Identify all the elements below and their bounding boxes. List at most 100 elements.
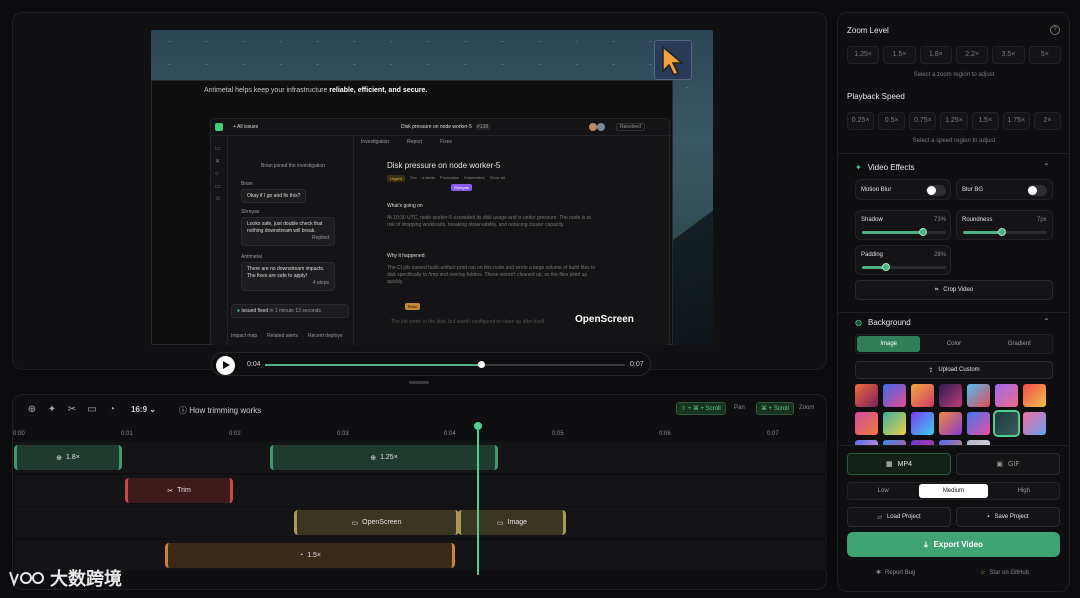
slider-handle[interactable] xyxy=(881,263,890,271)
padding-slider[interactable] xyxy=(862,263,946,271)
star-github-link[interactable]: ☆ Star on GitHub xyxy=(980,569,1029,577)
wallpaper-thumb[interactable] xyxy=(995,384,1018,407)
load-project-button[interactable]: ▱ Load Project xyxy=(847,507,951,527)
wallpaper-thumb[interactable] xyxy=(1023,412,1046,435)
quality-medium[interactable]: Medium xyxy=(919,484,988,498)
chat-author: Shreyas xyxy=(241,209,260,215)
cursor-arrow-icon xyxy=(662,45,685,77)
recorded-screen: Antimetal helps keep your infrastructure… xyxy=(151,80,673,345)
zoom-add-icon[interactable]: ⊕ xyxy=(25,403,39,417)
upload-custom-button[interactable]: ⇪ Upload Custom xyxy=(855,361,1053,379)
format-mp4-button[interactable]: ▦ MP4 xyxy=(847,453,951,475)
zoom-option[interactable]: 2.2× xyxy=(955,46,989,64)
motion-blur-label: Motion Blur xyxy=(861,187,892,193)
wallpaper-thumb[interactable] xyxy=(855,412,878,435)
shadow-slider[interactable] xyxy=(862,228,946,236)
speed-option[interactable]: 1.25× xyxy=(940,112,968,130)
help-icon[interactable]: ? xyxy=(1050,25,1060,35)
wallpaper-thumb[interactable] xyxy=(967,384,990,407)
watermark-logo-icon xyxy=(9,571,44,587)
speed-option[interactable]: 2× xyxy=(1033,112,1061,130)
background-header[interactable]: ◍ Background xyxy=(855,318,911,327)
speed-option[interactable]: 0.25× xyxy=(847,112,875,130)
zoom-track: ⊕ 1.8× ⊕ 1.25× xyxy=(14,442,827,473)
chat-author: Antimetal xyxy=(241,254,262,260)
how-trimming-works-link[interactable]: ⓘ How trimming works xyxy=(179,405,261,416)
download-icon: ⤓ xyxy=(924,539,928,549)
wallpaper-thumb[interactable] xyxy=(883,384,906,407)
chevron-down-icon: ⌄ xyxy=(149,405,156,414)
zoom-option[interactable]: 1.8× xyxy=(919,46,952,64)
video-effects-header[interactable]: ✦ Video Effects xyxy=(855,163,915,172)
zoom-option[interactable]: 1.5× xyxy=(883,46,916,64)
speed-segment[interactable]: ◔ 1.5× xyxy=(165,543,455,568)
zoom-option[interactable]: 3.5× xyxy=(992,46,1025,64)
format-gif-button[interactable]: ▣ GIF xyxy=(956,453,1060,475)
magic-wand-icon[interactable]: ✦ xyxy=(45,403,59,417)
wallpaper-thumb[interactable] xyxy=(939,412,962,435)
brand-text: OpenScreen xyxy=(575,314,634,325)
slider-handle[interactable] xyxy=(919,228,928,236)
annotation-segment[interactable]: ▭ OpenScreen xyxy=(294,510,459,535)
tick-label: 0:00 xyxy=(13,431,25,437)
seek-handle[interactable] xyxy=(478,361,485,368)
tab-gradient[interactable]: Gradient xyxy=(988,336,1051,352)
report-bug-link[interactable]: ✱ Report Bug xyxy=(876,569,915,577)
slider-handle[interactable] xyxy=(998,228,1007,236)
motion-blur-toggle[interactable] xyxy=(926,185,946,196)
quality-high[interactable]: High xyxy=(990,484,1058,498)
playhead[interactable] xyxy=(474,422,482,575)
wallpaper-thumb[interactable] xyxy=(911,412,934,435)
speed-option[interactable]: 0.5× xyxy=(878,112,906,130)
pan-label: Pan xyxy=(734,405,745,411)
zoom-option[interactable]: 1.25× xyxy=(847,46,880,64)
wallpaper-thumb[interactable] xyxy=(883,412,906,435)
resize-handle[interactable] xyxy=(409,381,429,384)
quality-low[interactable]: Low xyxy=(849,484,917,498)
wallpaper-thumb[interactable] xyxy=(1023,384,1046,407)
zoom-segment[interactable]: ⊕ 1.25× xyxy=(270,445,498,470)
crop-video-button[interactable]: ⌗ Crop Video xyxy=(855,280,1053,300)
wallpaper-thumb[interactable] xyxy=(939,384,962,407)
recorded-headline: Antimetal helps keep your infrastructure… xyxy=(204,87,428,94)
blur-bg-label: Blur BG xyxy=(962,187,984,193)
padding-card: Padding 28% xyxy=(855,245,951,275)
recorded-app: + All issues Disk pressure on node worke… xyxy=(210,118,671,345)
save-project-button[interactable]: ▪ Save Project xyxy=(956,507,1060,527)
speed-option[interactable]: 1.75× xyxy=(1002,112,1030,130)
play-button[interactable] xyxy=(216,356,235,375)
tab-color[interactable]: Color xyxy=(922,336,985,352)
annotation-icon[interactable]: ▭ xyxy=(85,403,99,417)
aspect-ratio-select[interactable]: 16:9 ⌄ xyxy=(131,405,156,414)
scissors-icon[interactable]: ✂ xyxy=(65,403,79,417)
chevron-up-icon[interactable]: ⌃ xyxy=(1043,162,1050,171)
wallpaper-thumb[interactable] xyxy=(855,384,878,407)
shadow-value: 73% xyxy=(934,217,947,223)
slider-fill xyxy=(963,231,1003,234)
roundness-slider[interactable] xyxy=(963,228,1047,236)
chat-message: Okay if I go and fix this? xyxy=(241,189,307,203)
tick-label: 0:04 xyxy=(444,431,456,437)
wallpaper-thumb[interactable] xyxy=(911,384,934,407)
cursor-tag: Brian xyxy=(405,303,421,310)
annotation-segment[interactable]: ▭ Image xyxy=(458,510,566,535)
wallpaper-thumb[interactable] xyxy=(967,412,990,435)
chat-message: There are no downstream impacts. The fix… xyxy=(241,262,335,291)
blur-bg-toggle[interactable] xyxy=(1027,185,1047,196)
speed-option[interactable]: 0.75× xyxy=(909,112,937,130)
export-video-button[interactable]: ⤓ Export Video xyxy=(847,532,1060,557)
wallpaper-thumb-selected[interactable] xyxy=(993,410,1020,437)
speed-icon[interactable]: ◔ xyxy=(105,403,119,417)
video-frame[interactable]: Antimetal helps keep your infrastructure… xyxy=(151,30,713,345)
tab-image[interactable]: Image xyxy=(857,336,921,352)
sparkle-icon: ✦ xyxy=(855,163,862,172)
zoom-segment[interactable]: ⊕ 1.8× xyxy=(14,445,122,470)
trim-segment[interactable]: ✂ Trim xyxy=(125,478,233,503)
wallpaper-grid xyxy=(855,384,1053,446)
speed-option[interactable]: 1.5× xyxy=(971,112,999,130)
seek-bar[interactable] xyxy=(265,361,625,368)
section-heading: Why it happened xyxy=(387,253,425,259)
chevron-up-icon[interactable]: ⌃ xyxy=(1043,317,1050,326)
zoom-option[interactable]: 5× xyxy=(1028,46,1061,64)
app-window: Antimetal helps keep your infrastructure… xyxy=(0,0,1080,598)
